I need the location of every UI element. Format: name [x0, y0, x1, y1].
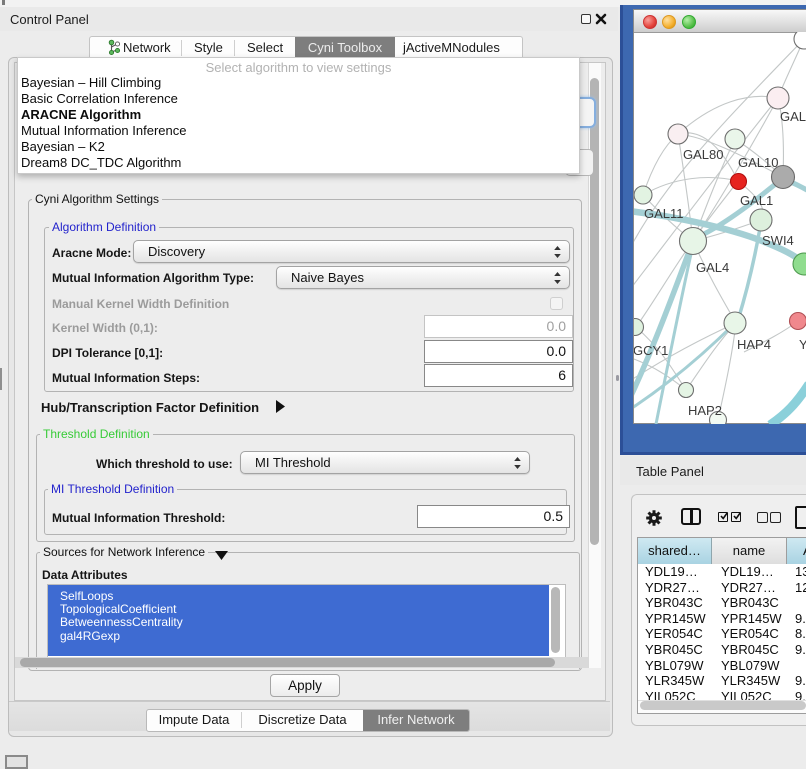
svg-text:GAL4: GAL4 [696, 260, 729, 275]
svg-text:GAL10: GAL10 [738, 155, 778, 170]
svg-text:HAP4: HAP4 [737, 337, 771, 352]
svg-text:GAL1: GAL1 [740, 193, 773, 208]
svg-text:HAP2: HAP2 [688, 403, 722, 418]
svg-text:GAL80: GAL80 [683, 147, 723, 162]
svg-text:GAL11: GAL11 [644, 206, 684, 221]
svg-text:SWI4: SWI4 [762, 233, 794, 248]
svg-text:GCY1: GCY1 [634, 343, 668, 358]
svg-text:Y: Y [799, 337, 806, 352]
svg-text:GAL8: GAL8 [780, 109, 806, 124]
